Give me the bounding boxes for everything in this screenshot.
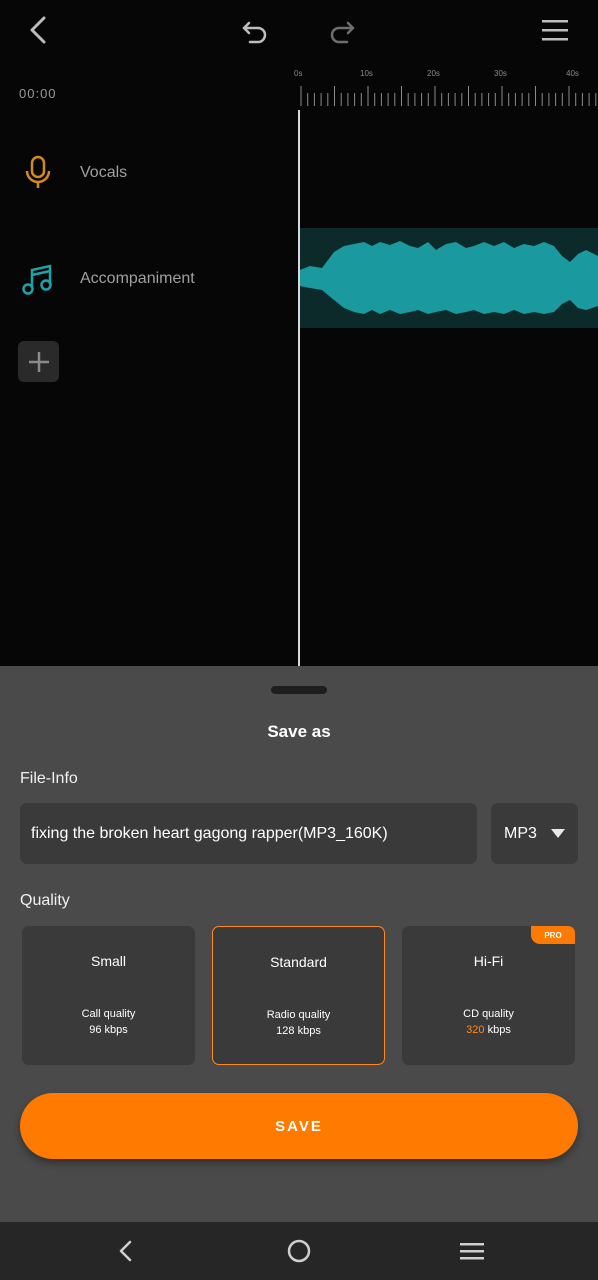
quality-bitrate: 128 kbps xyxy=(276,1025,321,1037)
undo-button[interactable] xyxy=(235,10,275,50)
ruler-ticks xyxy=(300,86,597,106)
nav-menu-icon xyxy=(460,1243,484,1260)
nav-menu-button[interactable] xyxy=(452,1231,492,1271)
nav-back-icon xyxy=(119,1240,132,1262)
sheet-title: Save as xyxy=(267,722,331,741)
pro-badge: PRO xyxy=(531,926,575,944)
quality-option-small[interactable]: Small Call quality 96 kbps xyxy=(22,926,195,1065)
add-track-button[interactable] xyxy=(18,341,59,382)
microphone-icon xyxy=(25,155,51,188)
file-info-label: File-Info xyxy=(20,770,78,787)
accompaniment-waveform[interactable] xyxy=(300,228,598,328)
menu-button[interactable] xyxy=(535,10,575,50)
format-value: MP3 xyxy=(504,824,537,842)
quality-desc-text: CD quality xyxy=(463,1008,514,1020)
top-toolbar xyxy=(0,0,598,60)
redo-button[interactable] xyxy=(322,10,362,50)
ruler-label: 0s xyxy=(294,69,303,78)
file-name-input[interactable]: fixing the broken heart gagong rapper(MP… xyxy=(20,803,477,864)
dropdown-arrow-icon xyxy=(550,829,565,838)
back-button[interactable] xyxy=(18,10,58,50)
sheet-drag-handle[interactable] xyxy=(271,686,327,694)
ruler-label: 30s xyxy=(494,69,507,78)
quality-title: Standard xyxy=(270,954,327,970)
format-select[interactable]: MP3 xyxy=(491,803,578,864)
undo-icon xyxy=(242,21,267,44)
vocals-track-icon xyxy=(20,155,56,191)
music-note-icon xyxy=(22,264,52,295)
redo-icon xyxy=(330,21,355,44)
nav-home-icon xyxy=(287,1239,311,1263)
quality-description: CD quality 320 kbps xyxy=(402,1006,575,1038)
quality-bitrate: 96 kbps xyxy=(89,1024,128,1036)
file-name-text: fixing the broken heart gagong rapper(MP… xyxy=(31,824,388,842)
quality-title: Hi-Fi xyxy=(473,953,504,969)
accompaniment-track-icon xyxy=(20,262,56,298)
nav-home-button[interactable] xyxy=(279,1231,319,1271)
plus-icon xyxy=(28,351,49,372)
quality-option-hifi[interactable]: PRO Hi-Fi CD quality 320 kbps xyxy=(402,926,575,1065)
hamburger-menu-icon xyxy=(542,20,568,41)
quality-label: Quality xyxy=(20,892,70,909)
ruler-label: 20s xyxy=(427,69,440,78)
quality-desc-text: Radio quality xyxy=(266,1009,331,1021)
chevron-left-icon xyxy=(30,16,46,44)
quality-option-standard[interactable]: Standard Radio quality 128 kbps xyxy=(212,926,385,1065)
track-label-vocals[interactable]: Vocals xyxy=(80,164,127,182)
waveform-shape xyxy=(300,241,598,314)
quality-desc-text: Call quality xyxy=(81,1008,136,1020)
quality-bitrate: 320 kbps xyxy=(466,1024,511,1036)
quality-description: Call quality 96 kbps xyxy=(22,1006,195,1038)
quality-title: Small xyxy=(90,953,126,969)
ruler-label: 10s xyxy=(360,69,373,78)
ruler-label: 40s xyxy=(566,69,579,78)
track-label-accompaniment[interactable]: Accompaniment xyxy=(80,270,195,288)
quality-description: Radio quality 128 kbps xyxy=(213,1007,384,1039)
time-ruler[interactable]: 0s 10s 20s 30s 40s xyxy=(294,66,598,112)
nav-back-button[interactable] xyxy=(106,1231,146,1271)
playhead[interactable] xyxy=(298,110,300,666)
current-time: 00:00 xyxy=(19,86,57,101)
save-button[interactable]: SAVE xyxy=(20,1093,578,1159)
